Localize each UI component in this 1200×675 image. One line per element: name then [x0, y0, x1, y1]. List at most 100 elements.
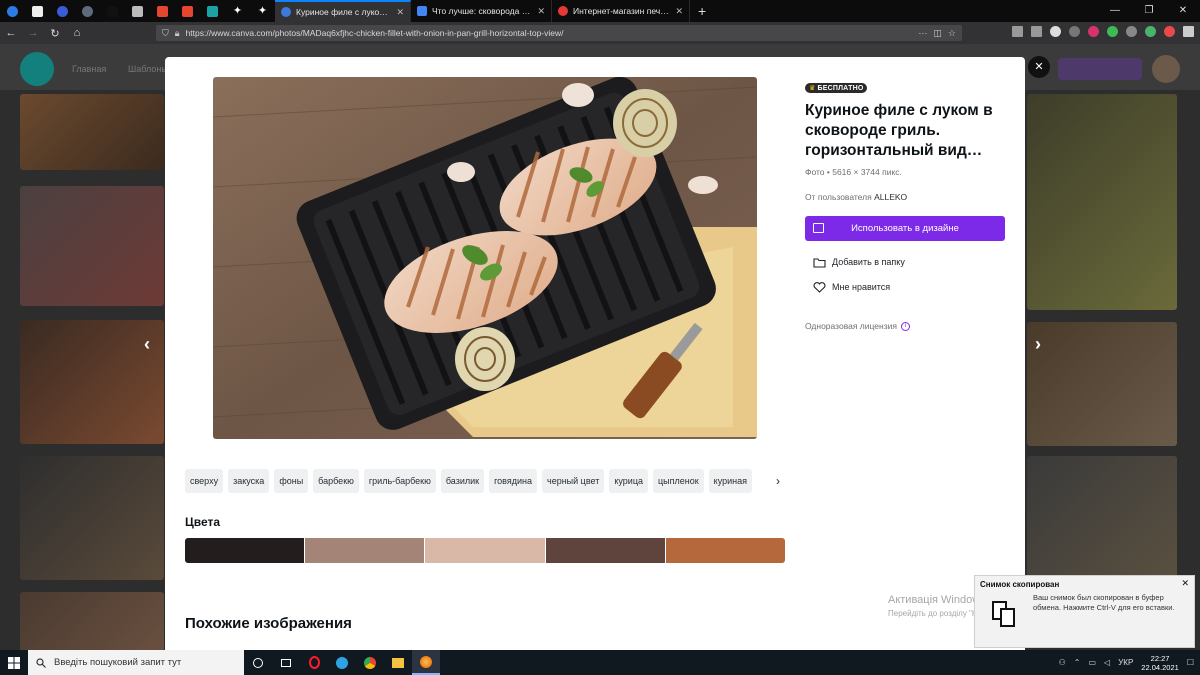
tag-chip[interactable]: гриль-барбекю — [363, 469, 436, 493]
create-design-button[interactable] — [1058, 58, 1142, 80]
pinned-tab[interactable] — [200, 0, 225, 22]
extension-icon[interactable] — [1126, 26, 1137, 37]
background-thumbnail[interactable] — [1027, 94, 1177, 310]
photo-preview[interactable] — [213, 77, 757, 439]
firefox-icon[interactable] — [412, 650, 440, 675]
avatar[interactable] — [1152, 55, 1180, 83]
home-button[interactable]: ⌂ — [66, 27, 88, 39]
address-bar[interactable]: ⛉ 🔒︎ https://www.canva.com/photos/MADaq6… — [156, 25, 962, 41]
pinned-tab[interactable] — [75, 0, 100, 22]
previous-arrow-icon[interactable]: ‹ — [144, 334, 150, 355]
tab-canva-photo[interactable]: Куриное филе с луком в сков ✕ — [275, 0, 411, 22]
pinned-tab[interactable] — [125, 0, 150, 22]
tag-chip[interactable]: барбекю — [313, 469, 359, 493]
background-thumbnail[interactable] — [1027, 456, 1177, 580]
extension-ok-icon[interactable] — [1069, 26, 1080, 37]
cortana-icon[interactable] — [244, 650, 272, 675]
shield-icon[interactable]: ⛉ — [162, 28, 169, 39]
add-to-folder-button[interactable]: Добавить в папку — [813, 255, 1010, 269]
pinned-tab[interactable]: ✦ — [250, 0, 275, 22]
like-button[interactable]: Мне нравится — [813, 280, 1010, 294]
color-swatch[interactable] — [665, 538, 785, 563]
color-swatch[interactable] — [425, 538, 545, 563]
pinned-tab[interactable]: ✦ — [225, 0, 250, 22]
close-icon[interactable]: ✕ — [396, 7, 404, 18]
tag-chip[interactable]: черный цвет — [542, 469, 605, 493]
tab-shop[interactable]: Интернет-магазин печей и ка ✕ — [552, 0, 690, 22]
task-view-icon[interactable] — [272, 650, 300, 675]
canva-logo[interactable] — [20, 52, 54, 86]
tag-chip[interactable]: цыпленок — [652, 469, 704, 493]
color-swatch[interactable] — [545, 538, 665, 563]
screenshot-notification[interactable]: Снимок скопирован ✕ Ваш снимок был скопи… — [974, 575, 1195, 648]
background-thumbnail[interactable] — [1027, 322, 1177, 446]
volume-icon[interactable]: ◁ — [1104, 658, 1110, 667]
background-thumbnail[interactable] — [20, 592, 164, 650]
chrome-icon[interactable] — [356, 650, 384, 675]
opera-icon[interactable] — [300, 650, 328, 675]
maximize-button[interactable]: ❐ — [1132, 0, 1166, 22]
reload-button[interactable]: ↻ — [44, 27, 66, 40]
person-icon[interactable]: ⚇ — [1059, 658, 1066, 667]
extension-shield-icon[interactable] — [1164, 26, 1175, 37]
close-icon[interactable]: ✕ — [675, 6, 683, 17]
forward-button[interactable]: → — [22, 27, 44, 39]
pinned-tab[interactable] — [50, 0, 75, 22]
chevron-up-icon[interactable]: ⌃ — [1074, 658, 1081, 667]
sidebar-icon[interactable] — [1031, 26, 1042, 37]
language-indicator[interactable]: УКР — [1118, 658, 1133, 667]
background-thumbnail[interactable] — [20, 186, 164, 306]
use-in-design-button[interactable]: Использовать в дизайне — [805, 216, 1005, 241]
color-swatch[interactable] — [185, 538, 305, 563]
nav-templates[interactable]: Шаблоны — [128, 64, 168, 74]
star-icon[interactable]: ☆ — [948, 28, 956, 39]
close-icon[interactable]: ✕ — [537, 6, 545, 17]
pinned-tab[interactable] — [100, 0, 125, 22]
file-explorer-icon[interactable] — [384, 650, 412, 675]
tag-chip[interactable]: курица — [609, 469, 648, 493]
close-window-button[interactable]: ✕ — [1166, 0, 1200, 22]
close-modal-button[interactable]: ✕ — [1028, 56, 1050, 78]
tag-chip[interactable]: куриная — [708, 469, 752, 493]
license-info[interactable]: Одноразовая лицензия i — [805, 321, 1010, 331]
pinned-tab[interactable] — [175, 0, 200, 22]
url-text[interactable]: https://www.canva.com/photos/MADaq6xfjhc… — [186, 28, 913, 38]
minimize-button[interactable]: — — [1098, 0, 1132, 22]
back-button[interactable]: ← — [0, 27, 22, 39]
vpn-icon[interactable] — [1145, 26, 1156, 37]
menu-icon[interactable] — [1183, 26, 1194, 37]
tag-chip[interactable]: сверху — [185, 469, 224, 493]
instagram-icon[interactable] — [1088, 26, 1099, 37]
library-icon[interactable] — [1012, 26, 1023, 37]
more-icon[interactable]: ··· — [918, 28, 927, 38]
author-link[interactable]: ALLEKO — [874, 192, 907, 202]
color-swatch[interactable] — [305, 538, 425, 563]
close-icon[interactable]: ✕ — [1181, 578, 1189, 589]
pocket-icon[interactable]: ◫ — [933, 28, 942, 39]
tab-article[interactable]: Что лучше: сковорода гриль ✕ — [411, 0, 552, 22]
tag-chip[interactable]: закуска — [228, 469, 270, 493]
start-button[interactable] — [0, 656, 28, 669]
tags-next-icon[interactable]: › — [770, 469, 786, 493]
next-arrow-icon[interactable]: › — [1035, 334, 1041, 355]
lock-icon[interactable]: 🔒︎ — [175, 28, 180, 39]
background-thumbnail[interactable] — [20, 456, 164, 580]
nav-home[interactable]: Главная — [72, 64, 106, 74]
info-icon[interactable]: i — [900, 321, 910, 331]
extension-m-icon[interactable] — [1050, 26, 1061, 37]
taskbar-search[interactable]: Введіть пошуковий запит тут — [28, 650, 244, 675]
notifications-icon[interactable]: ☐ — [1187, 658, 1194, 667]
pinned-tab[interactable] — [0, 0, 25, 22]
new-tab-button[interactable]: + — [690, 3, 714, 19]
pinned-tab[interactable] — [25, 0, 50, 22]
pinned-tab[interactable] — [150, 0, 175, 22]
extension-green-icon[interactable] — [1107, 26, 1118, 37]
edge-icon[interactable] — [328, 650, 356, 675]
tag-chip[interactable]: базилик — [440, 469, 485, 493]
background-thumbnail[interactable] — [20, 320, 164, 444]
clock[interactable]: 22:27 22.04.2021 — [1141, 654, 1179, 672]
tag-chip[interactable]: говядина — [489, 469, 537, 493]
background-thumbnail[interactable] — [20, 94, 164, 170]
network-icon[interactable]: ▭ — [1088, 658, 1096, 667]
tag-chip[interactable]: фоны — [274, 469, 309, 493]
